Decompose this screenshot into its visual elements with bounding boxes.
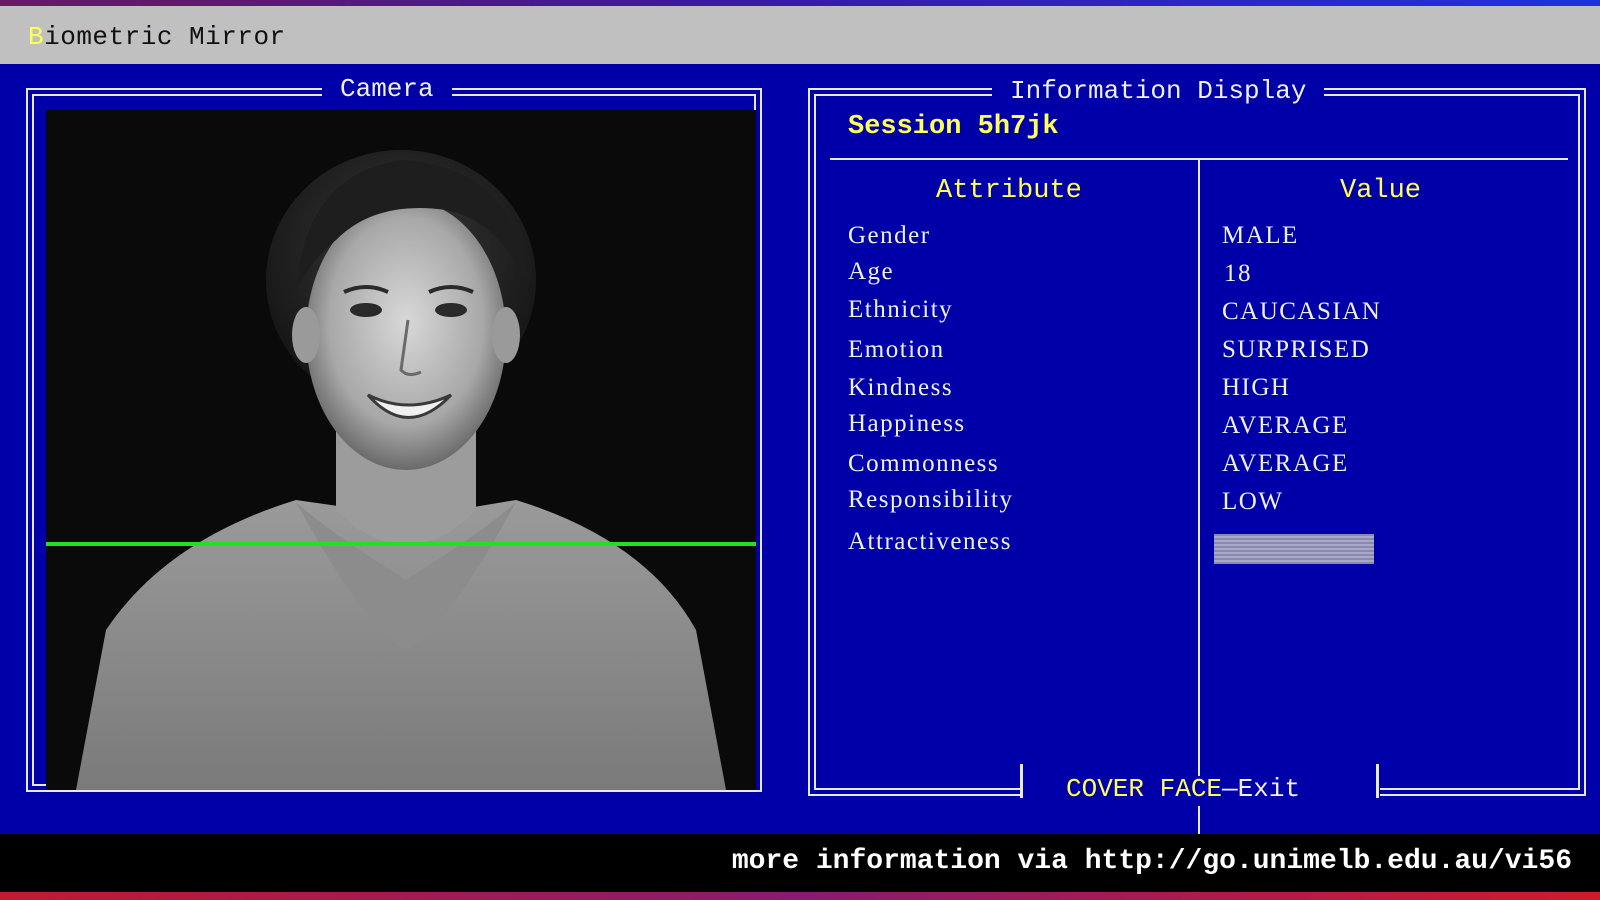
attribute-value: SURPRISED: [1222, 336, 1371, 363]
exit-hint[interactable]: COVER FACE—Exit: [1066, 774, 1300, 804]
attribute-label: Attractiveness: [848, 528, 1013, 555]
attribute-label: Gender: [848, 222, 931, 249]
exit-left-tick: [1020, 764, 1023, 798]
session-id: Session 5h7jk: [848, 112, 1059, 142]
column-header-value: Value: [1340, 176, 1422, 206]
attribute-label: Age: [848, 258, 895, 285]
attribute-value: LOW: [1222, 488, 1284, 515]
attribute-value: 18: [1224, 260, 1252, 287]
attribute-value: HIGH: [1222, 374, 1291, 401]
attribute-value: CAUCASIAN: [1222, 298, 1382, 325]
attribute-label: Responsibility: [848, 486, 1014, 513]
app-title: Biometric Mirror: [28, 22, 286, 52]
app-title-hotkey: B: [28, 22, 45, 52]
footer-info-link[interactable]: more information via http://go.unimelb.e…: [732, 846, 1572, 877]
attribute-value: MALE: [1222, 222, 1299, 249]
footer-bar: more information via http://go.unimelb.e…: [0, 834, 1600, 892]
info-panel-border-inner: [814, 94, 1580, 790]
camera-feed: [46, 110, 756, 790]
exit-hint-label: —Exit: [1222, 774, 1301, 804]
attribute-label: Commonness: [848, 450, 1000, 477]
exit-hint-key: COVER FACE: [1066, 774, 1223, 804]
attribute-value: AVERAGE: [1222, 450, 1349, 477]
app-title-rest: iometric Mirror: [44, 22, 286, 52]
exit-right-tick: [1376, 764, 1379, 798]
title-bar: Biometric Mirror: [0, 6, 1600, 64]
attribute-label: Happiness: [848, 410, 966, 437]
main-area: Camera Information Display Session 5h7jk…: [0, 64, 1600, 850]
camera-feed-image: [46, 110, 756, 790]
attractiveness-loading-bar: [1214, 534, 1374, 564]
info-panel-title: Information Display: [992, 76, 1325, 106]
bottom-accent-strip: [0, 892, 1600, 900]
camera-panel-title: Camera: [322, 74, 452, 104]
attribute-label: Kindness: [848, 374, 954, 401]
column-divider: [1198, 160, 1200, 850]
column-header-attribute: Attribute: [936, 176, 1082, 206]
attribute-value: AVERAGE: [1222, 412, 1349, 439]
attribute-label: Ethnicity: [848, 296, 954, 323]
scan-line: [46, 542, 756, 546]
attribute-label: Emotion: [848, 336, 945, 363]
